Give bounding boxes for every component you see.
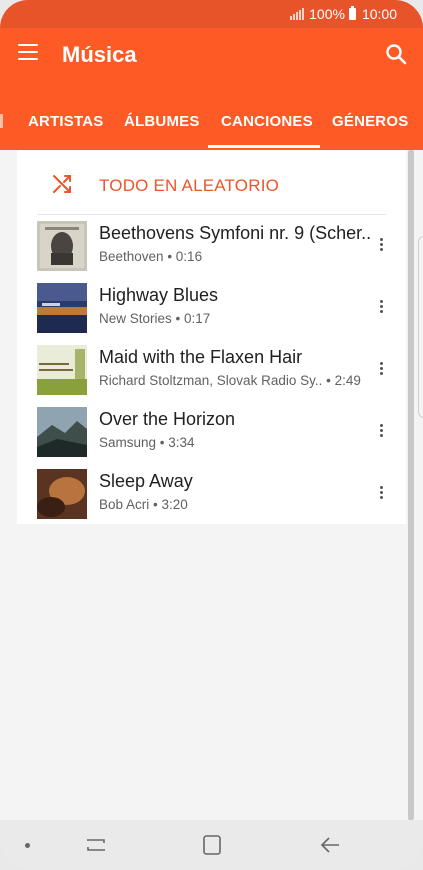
tab-canciones[interactable]: CANCIONES	[221, 113, 313, 130]
scrollbar[interactable]	[408, 150, 414, 820]
song-artist: New Stories	[99, 311, 172, 326]
battery-icon	[348, 6, 356, 20]
song-artist: Richard Stoltzman, Slovak Radio Sy..	[99, 373, 323, 388]
song-title: Sleep Away	[99, 471, 193, 491]
song-list: TODO EN ALEATORIO Beethovens Symfoni nr.…	[17, 150, 406, 524]
shuffle-icon	[53, 175, 71, 193]
song-row[interactable]: Sleep Away Bob Acri • 3:20	[17, 462, 406, 524]
song-duration: 3:34	[168, 435, 195, 450]
navigation-bar	[0, 820, 423, 870]
more-options-icon[interactable]	[376, 362, 386, 378]
album-art-thumbnail	[37, 469, 87, 519]
song-duration: 3:20	[161, 497, 188, 512]
edge-panel-handle[interactable]	[418, 236, 423, 418]
song-title: Maid with the Flaxen Hair	[99, 347, 303, 367]
song-subtitle: Richard Stoltzman, Slovak Radio Sy.. • 2…	[99, 373, 361, 388]
shuffle-all-button[interactable]: TODO EN ALEATORIO	[17, 150, 406, 214]
back-icon[interactable]	[318, 834, 342, 856]
song-row[interactable]: Maid with the Flaxen Hair Richard Stoltz…	[17, 338, 406, 400]
search-icon[interactable]	[385, 43, 407, 65]
album-art-thumbnail	[37, 283, 87, 333]
song-row[interactable]: Highway Blues New Stories • 0:17	[17, 276, 406, 338]
song-duration: 0:16	[175, 249, 203, 264]
song-subtitle: Samsung • 3:34	[99, 435, 195, 450]
song-subtitle: New Stories • 0:17	[99, 311, 211, 326]
song-subtitle: Beethoven • 0:16	[99, 249, 203, 264]
song-row[interactable]: Beethovens Symfoni nr. 9 (Scher.. Beetho…	[17, 214, 406, 276]
signal-icon	[290, 8, 305, 20]
album-art-thumbnail	[37, 407, 87, 457]
song-artist: Samsung	[99, 435, 157, 450]
tab-overflow-indicator	[0, 114, 3, 128]
status-bar: 100% 10:00	[0, 0, 423, 28]
song-subtitle: Bob Acri • 3:20	[99, 497, 188, 512]
album-art-thumbnail	[37, 345, 87, 395]
more-options-icon[interactable]	[376, 424, 386, 440]
more-options-icon[interactable]	[376, 300, 386, 316]
recent-apps-icon[interactable]	[84, 834, 108, 856]
song-artist: Beethoven	[99, 249, 164, 264]
song-row[interactable]: Over the Horizon Samsung • 3:34	[17, 400, 406, 462]
app-bar: Música	[0, 28, 423, 84]
tab-bar: ARTISTAS ÁLBUMES CANCIONES GÉNEROS	[0, 84, 423, 150]
song-title: Beethovens Symfoni nr. 9 (Scher..	[99, 223, 372, 243]
battery-percent: 100%	[309, 6, 345, 22]
tab-generos[interactable]: GÉNEROS	[332, 113, 408, 130]
album-art-thumbnail	[37, 221, 87, 271]
nav-dot-icon	[25, 843, 30, 848]
clock: 10:00	[361, 6, 397, 22]
app-title: Música	[62, 42, 137, 67]
tab-albumes[interactable]: ÁLBUMES	[124, 113, 200, 130]
song-artist: Bob Acri	[99, 497, 150, 512]
phone-screen: 100% 10:00 Música ARTISTAS ÁLBUMES CANCI…	[0, 0, 423, 870]
more-options-icon[interactable]	[376, 486, 386, 502]
home-icon[interactable]	[200, 834, 224, 856]
song-title: Over the Horizon	[99, 409, 236, 429]
song-duration: 0:17	[184, 311, 211, 326]
tab-artistas[interactable]: ARTISTAS	[28, 113, 104, 130]
shuffle-all-label: TODO EN ALEATORIO	[99, 176, 280, 195]
hamburger-menu-icon[interactable]	[18, 44, 38, 60]
song-title: Highway Blues	[99, 285, 219, 305]
selected-tab-indicator	[208, 145, 320, 148]
song-duration: 2:49	[334, 373, 361, 388]
more-options-icon[interactable]	[376, 238, 386, 254]
